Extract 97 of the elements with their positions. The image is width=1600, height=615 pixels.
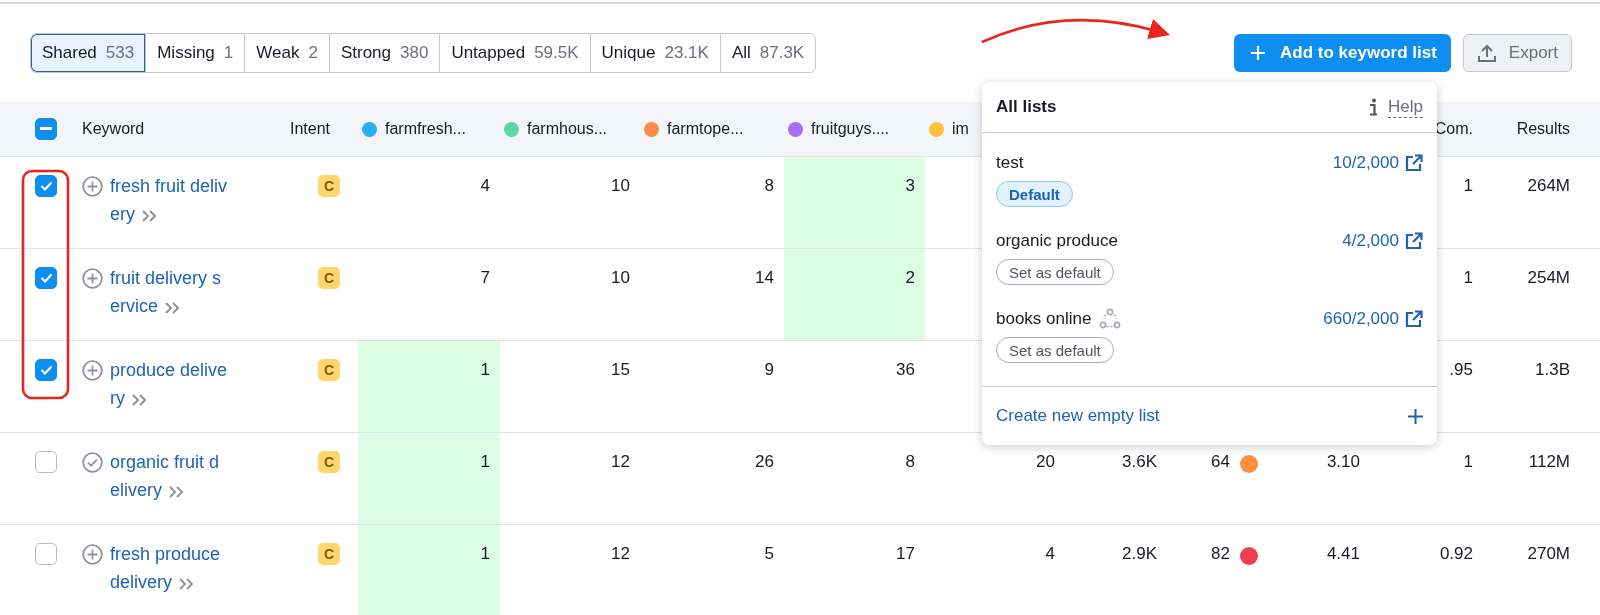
chevrons-icon[interactable] (131, 393, 149, 407)
column-header[interactable]: Results (1516, 120, 1570, 138)
table-cell-text: 12 (610, 543, 631, 565)
row-checkbox[interactable] (35, 175, 57, 197)
table-cell-text: 9 (763, 359, 775, 381)
create-list-link[interactable]: Create new empty list (996, 406, 1160, 426)
keyword-link[interactable]: produce delivery (110, 356, 228, 412)
check-icon (39, 273, 53, 283)
table-cell-text: 20 (1035, 451, 1056, 473)
plus-icon[interactable] (1408, 408, 1423, 424)
plus-circle-icon[interactable] (82, 544, 103, 565)
filter-tab[interactable]: Shared 533 (31, 34, 146, 72)
table-cell-text: 15 (610, 359, 631, 381)
table-cell: 2 (784, 249, 925, 340)
filter-tab[interactable]: All 87.3K (719, 34, 816, 72)
select-all-checkbox[interactable] (35, 118, 57, 140)
intent-badge: C (318, 175, 340, 197)
table-cell: 4.41 (1326, 544, 1360, 563)
table-cell: 1 (358, 341, 500, 432)
keyword-link[interactable]: fruit delivery service (110, 264, 228, 320)
chevrons-icon[interactable] (168, 485, 186, 499)
row-checkbox[interactable] (35, 543, 57, 565)
column-header[interactable]: im (952, 120, 969, 138)
list-count-link[interactable]: 4/2,000 (1342, 231, 1423, 251)
table-cell: 1.3B (1535, 360, 1570, 379)
table-cell-text: 82 (1211, 543, 1230, 565)
table-cell-text: 4 (479, 175, 491, 197)
plus-circle-icon[interactable] (82, 268, 103, 289)
default-badge: Default (996, 181, 1073, 207)
table-cell-text: 36 (895, 359, 916, 381)
column-header[interactable]: fruitguys.... (811, 120, 890, 138)
list-name: organic produce (996, 231, 1118, 251)
table-cell-text: 10 (610, 175, 631, 197)
list-count-link[interactable]: 10/2,000 (1332, 153, 1423, 173)
help-link[interactable]: Help (1388, 96, 1423, 118)
table-cell: 264M (1527, 176, 1570, 195)
table-cell: 3.10 (1326, 452, 1360, 471)
table-cell-text: 8 (763, 175, 775, 197)
upload-icon (1476, 43, 1497, 63)
table-cell: 112M (1528, 452, 1570, 471)
list-count-link[interactable]: 660/2,000 (1323, 309, 1423, 329)
plus-circle-icon[interactable] (82, 360, 103, 381)
column-header: Intent (290, 120, 331, 138)
table-cell: 3.6K (1122, 452, 1157, 471)
external-link-icon (1405, 154, 1423, 172)
table-cell-text: 5 (763, 543, 775, 565)
keyword-link[interactable]: organic fruit delivery (110, 448, 228, 504)
export-button[interactable]: Export (1462, 34, 1572, 72)
table-cell: 1 (1463, 268, 1473, 287)
intent-badge: C (318, 267, 340, 289)
table-cell: 270M (1527, 544, 1570, 563)
check-circle-icon[interactable] (82, 452, 103, 473)
check-icon (39, 365, 53, 375)
table-cell-text: 8 (904, 451, 916, 473)
table-cell: 1 (1463, 176, 1473, 195)
list-name: books online (996, 309, 1092, 329)
row-checkbox[interactable] (35, 451, 57, 473)
keyword-link[interactable]: fresh produce delivery (110, 540, 228, 596)
table-cell-text: 26 (754, 451, 775, 473)
list-name: test (996, 153, 1024, 173)
table-cell-text: 4 (1044, 543, 1056, 565)
table-cell-text: 17 (895, 543, 916, 565)
table-cell: 1 (358, 525, 500, 615)
external-link-icon (1405, 232, 1423, 250)
column-header: Keyword (82, 120, 145, 138)
row-checkbox[interactable] (35, 359, 57, 381)
intent-badge: C (318, 543, 340, 565)
column-header[interactable]: farmhous... (527, 120, 608, 138)
table-cell-text: 7 (479, 267, 491, 289)
intent-badge: C (318, 359, 340, 381)
popup-title: All lists (996, 97, 1057, 117)
table-cell: .95 (1449, 360, 1473, 379)
check-icon (39, 181, 53, 191)
table-cell: 1 (358, 433, 500, 524)
table-cell: 1 (1463, 452, 1473, 471)
keyword-link[interactable]: fresh fruit delivery (110, 172, 228, 228)
table-cell: 254M (1527, 268, 1570, 287)
intent-badge: C (318, 451, 340, 473)
table-cell-text: 12 (610, 451, 631, 473)
row-checkbox[interactable] (35, 267, 57, 289)
table-cell-text: 14 (754, 267, 775, 289)
table-cell: 0.92 (1439, 544, 1473, 563)
set-default-button[interactable]: Set as default (996, 259, 1114, 285)
chevrons-icon[interactable] (141, 209, 159, 223)
set-default-button[interactable]: Set as default (996, 337, 1114, 363)
minus-icon (40, 127, 52, 131)
table-cell-text: 64 (1211, 451, 1230, 473)
table-cell: 3 (784, 157, 925, 248)
column-header[interactable]: farmfresh... (385, 120, 466, 138)
column-header[interactable]: farmtope... (667, 120, 744, 138)
plus-icon (1250, 45, 1267, 61)
table-cell-text: 10 (610, 267, 631, 289)
table-cell: 2.9K (1122, 544, 1157, 563)
chevrons-icon[interactable] (164, 301, 182, 315)
info-icon (1368, 98, 1379, 116)
plus-circle-icon[interactable] (82, 176, 103, 197)
external-link-icon (1405, 310, 1423, 328)
